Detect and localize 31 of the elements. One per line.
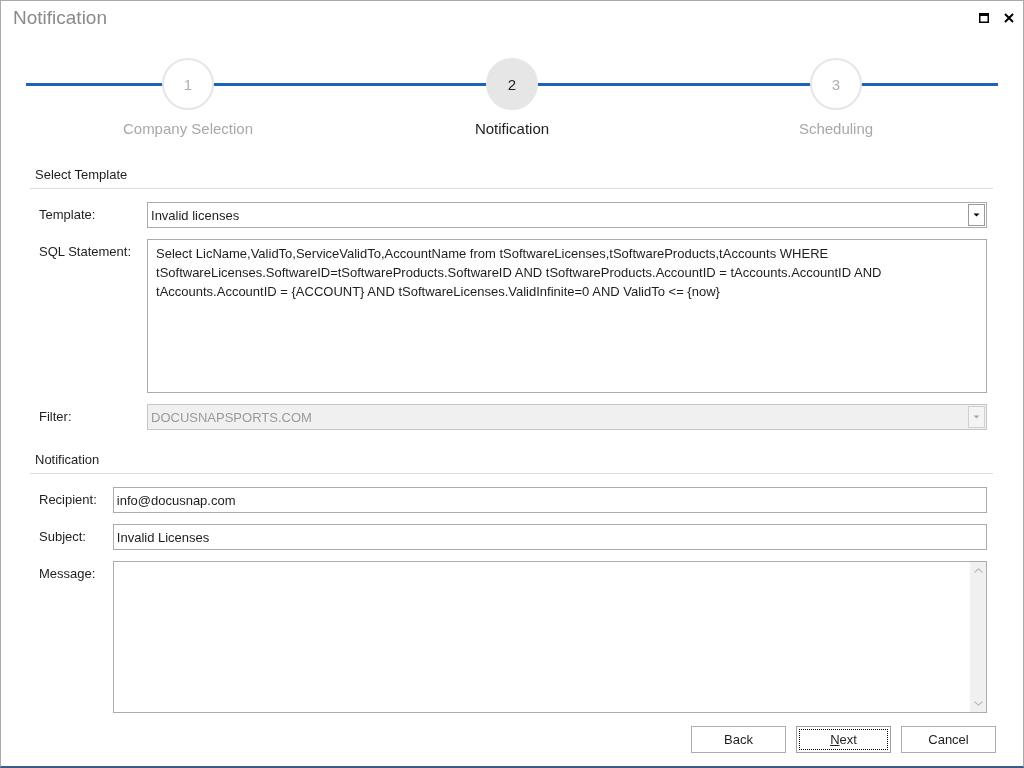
chevron-down-icon [973,701,983,706]
caret-icon [968,406,985,428]
maximize-button[interactable] [979,12,989,23]
scrollbar[interactable] [970,562,986,712]
text-area[interactable]: Select LicName,ValidTo,ServiceValidTo,AccountName from tSoftwareLicenses,tSoftwareProducts,tAccounts WHERE tSoftwareLicenses.SoftwareID=tSoftwareProducts.SoftwareID AND tSoftwareProducts.AccountID = tAccounts.AccountID AND tAccounts.AccountID = {ACCOUNT} AND tSoftwareLicenses.ValidInfinite=0 AND ValidTo <= {now} [147,239,987,393]
dialog-button[interactable]: Cancel [901,726,996,753]
field-label: Recipient: [39,491,97,509]
window-title: Notification [13,6,107,29]
close-button[interactable] [1004,12,1014,23]
field-label: Template: [39,206,97,224]
dialog-button[interactable]: Back [691,726,786,753]
field-label: Subject: [39,528,87,546]
input-field[interactable]: Invalid Licenses [112,524,987,550]
chevron-up-icon [973,568,983,573]
step-indicator: 3 [810,58,862,110]
maximize-icon [979,12,989,23]
step-label: Company Selection [122,120,254,138]
field-label: Filter: [39,408,73,426]
field-label: Message: [39,565,97,583]
field-label: SQL Statement: [39,243,131,261]
dialog-button[interactable]: Next [796,726,891,753]
section-title: Select Template [35,167,128,182]
step-label: Notification [474,120,550,138]
step-indicator: 2 [486,58,538,110]
step-indicator: 1 [162,58,214,110]
dropdown[interactable]: Invalid licenses [147,202,987,228]
section-title: Notification [35,452,100,467]
step-label: Scheduling [798,120,874,138]
caret-icon [968,204,985,226]
close-icon [1004,12,1014,23]
input-field[interactable]: info@docusnap.com [112,487,987,513]
